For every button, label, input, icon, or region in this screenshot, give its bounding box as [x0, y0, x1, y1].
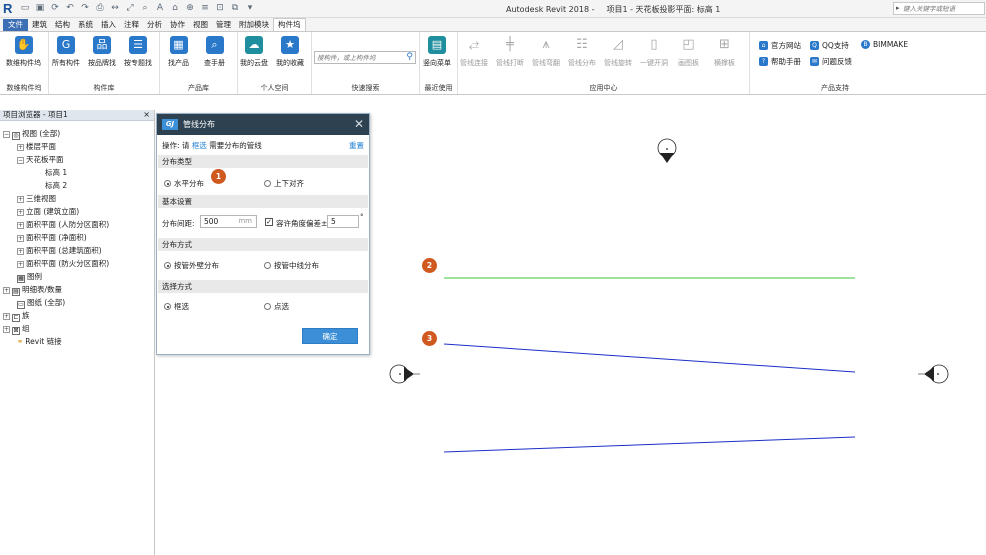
radio-dot[interactable]	[164, 262, 171, 269]
section-basic-settings: 基本设置	[158, 195, 368, 208]
elevation-marker-top[interactable]	[657, 138, 677, 163]
radio-dot[interactable]	[164, 180, 171, 187]
radio-dot[interactable]	[264, 180, 271, 187]
angle-tolerance-input[interactable]: 5	[327, 215, 359, 228]
radio-centerline[interactable]: 按管中线分布	[264, 260, 319, 271]
reset-link[interactable]: 重置	[349, 140, 364, 151]
dialog-header: GJ 管线分布 ✕	[157, 114, 369, 135]
radio-dot[interactable]	[264, 262, 271, 269]
dialog-title: 管线分布	[183, 120, 215, 129]
elevation-marker-right[interactable]	[918, 364, 949, 384]
ok-button[interactable]: 确定	[302, 328, 358, 344]
degree-unit: °	[360, 213, 364, 221]
step-badge-2: 2	[422, 258, 437, 273]
angle-tolerance-checkbox[interactable]: ✓	[265, 218, 273, 226]
radio-vertical-align[interactable]: 上下对齐	[264, 178, 304, 189]
radio-click-select[interactable]: 点选	[264, 301, 289, 312]
drawing-canvas[interactable]	[0, 0, 986, 555]
revit-window: R ▭ ▣ ⟳ ↶ ↷ ⎙ ↔ ⤢ ⌕ A ⌂ ⊕ ≡ ⊡ ⧉ ▾ Autode…	[0, 0, 986, 555]
angle-tolerance-label: 容许角度偏差±	[276, 219, 328, 228]
pipe-blue-lower[interactable]	[443, 436, 856, 453]
elevation-marker-left[interactable]	[389, 364, 420, 384]
section-selection-mode: 选择方式	[158, 280, 368, 293]
step-badge-1: 1	[211, 169, 226, 184]
radio-outer-wall[interactable]: 按管外壁分布	[164, 260, 219, 271]
spacing-input[interactable]: 500 mm	[200, 215, 257, 228]
pipe-distribution-dialog: GJ 管线分布 ✕ 操作: 请 框选 需要分布的管线 重置 分布类型 水平分布 …	[156, 113, 370, 355]
close-icon[interactable]: ✕	[354, 117, 364, 131]
pipe-blue-upper[interactable]	[443, 343, 856, 373]
radio-dot[interactable]	[264, 303, 271, 310]
operation-hint: 操作: 请 框选 需要分布的管线	[162, 141, 262, 150]
section-distribution-mode: 分布方式	[158, 238, 368, 251]
radio-box-select[interactable]: 框选	[164, 301, 189, 312]
gj-logo-icon: GJ	[162, 119, 178, 130]
radio-dot[interactable]	[164, 303, 171, 310]
spacing-label: 分布间距:	[162, 219, 195, 228]
step-badge-3: 3	[422, 331, 437, 346]
section-distribution-type: 分布类型	[158, 155, 368, 168]
radio-horizontal[interactable]: 水平分布	[164, 178, 204, 189]
